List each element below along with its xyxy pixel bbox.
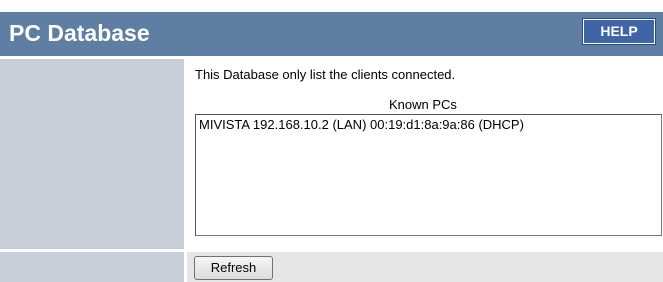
page-title: PC Database — [9, 20, 150, 46]
known-pcs-label: Known PCs — [389, 97, 457, 112]
content-area: This Database only list the clients conn… — [187, 59, 663, 249]
footer-row: Refresh — [187, 252, 663, 282]
help-button[interactable]: HELP — [582, 18, 656, 45]
known-pcs-listbox[interactable]: MIVISTA 192.168.10.2 (LAN) 00:19:d1:8a:9… — [195, 114, 662, 236]
header-bar: PC Database HELP — [0, 12, 663, 56]
pc-database-panel: PC Database HELP This Database only list… — [0, 12, 663, 282]
list-item[interactable]: MIVISTA 192.168.10.2 (LAN) 00:19:d1:8a:9… — [196, 115, 661, 134]
description-text: This Database only list the clients conn… — [195, 67, 456, 82]
left-column-footer — [0, 252, 184, 282]
refresh-button[interactable]: Refresh — [194, 256, 273, 280]
left-column — [0, 59, 184, 249]
